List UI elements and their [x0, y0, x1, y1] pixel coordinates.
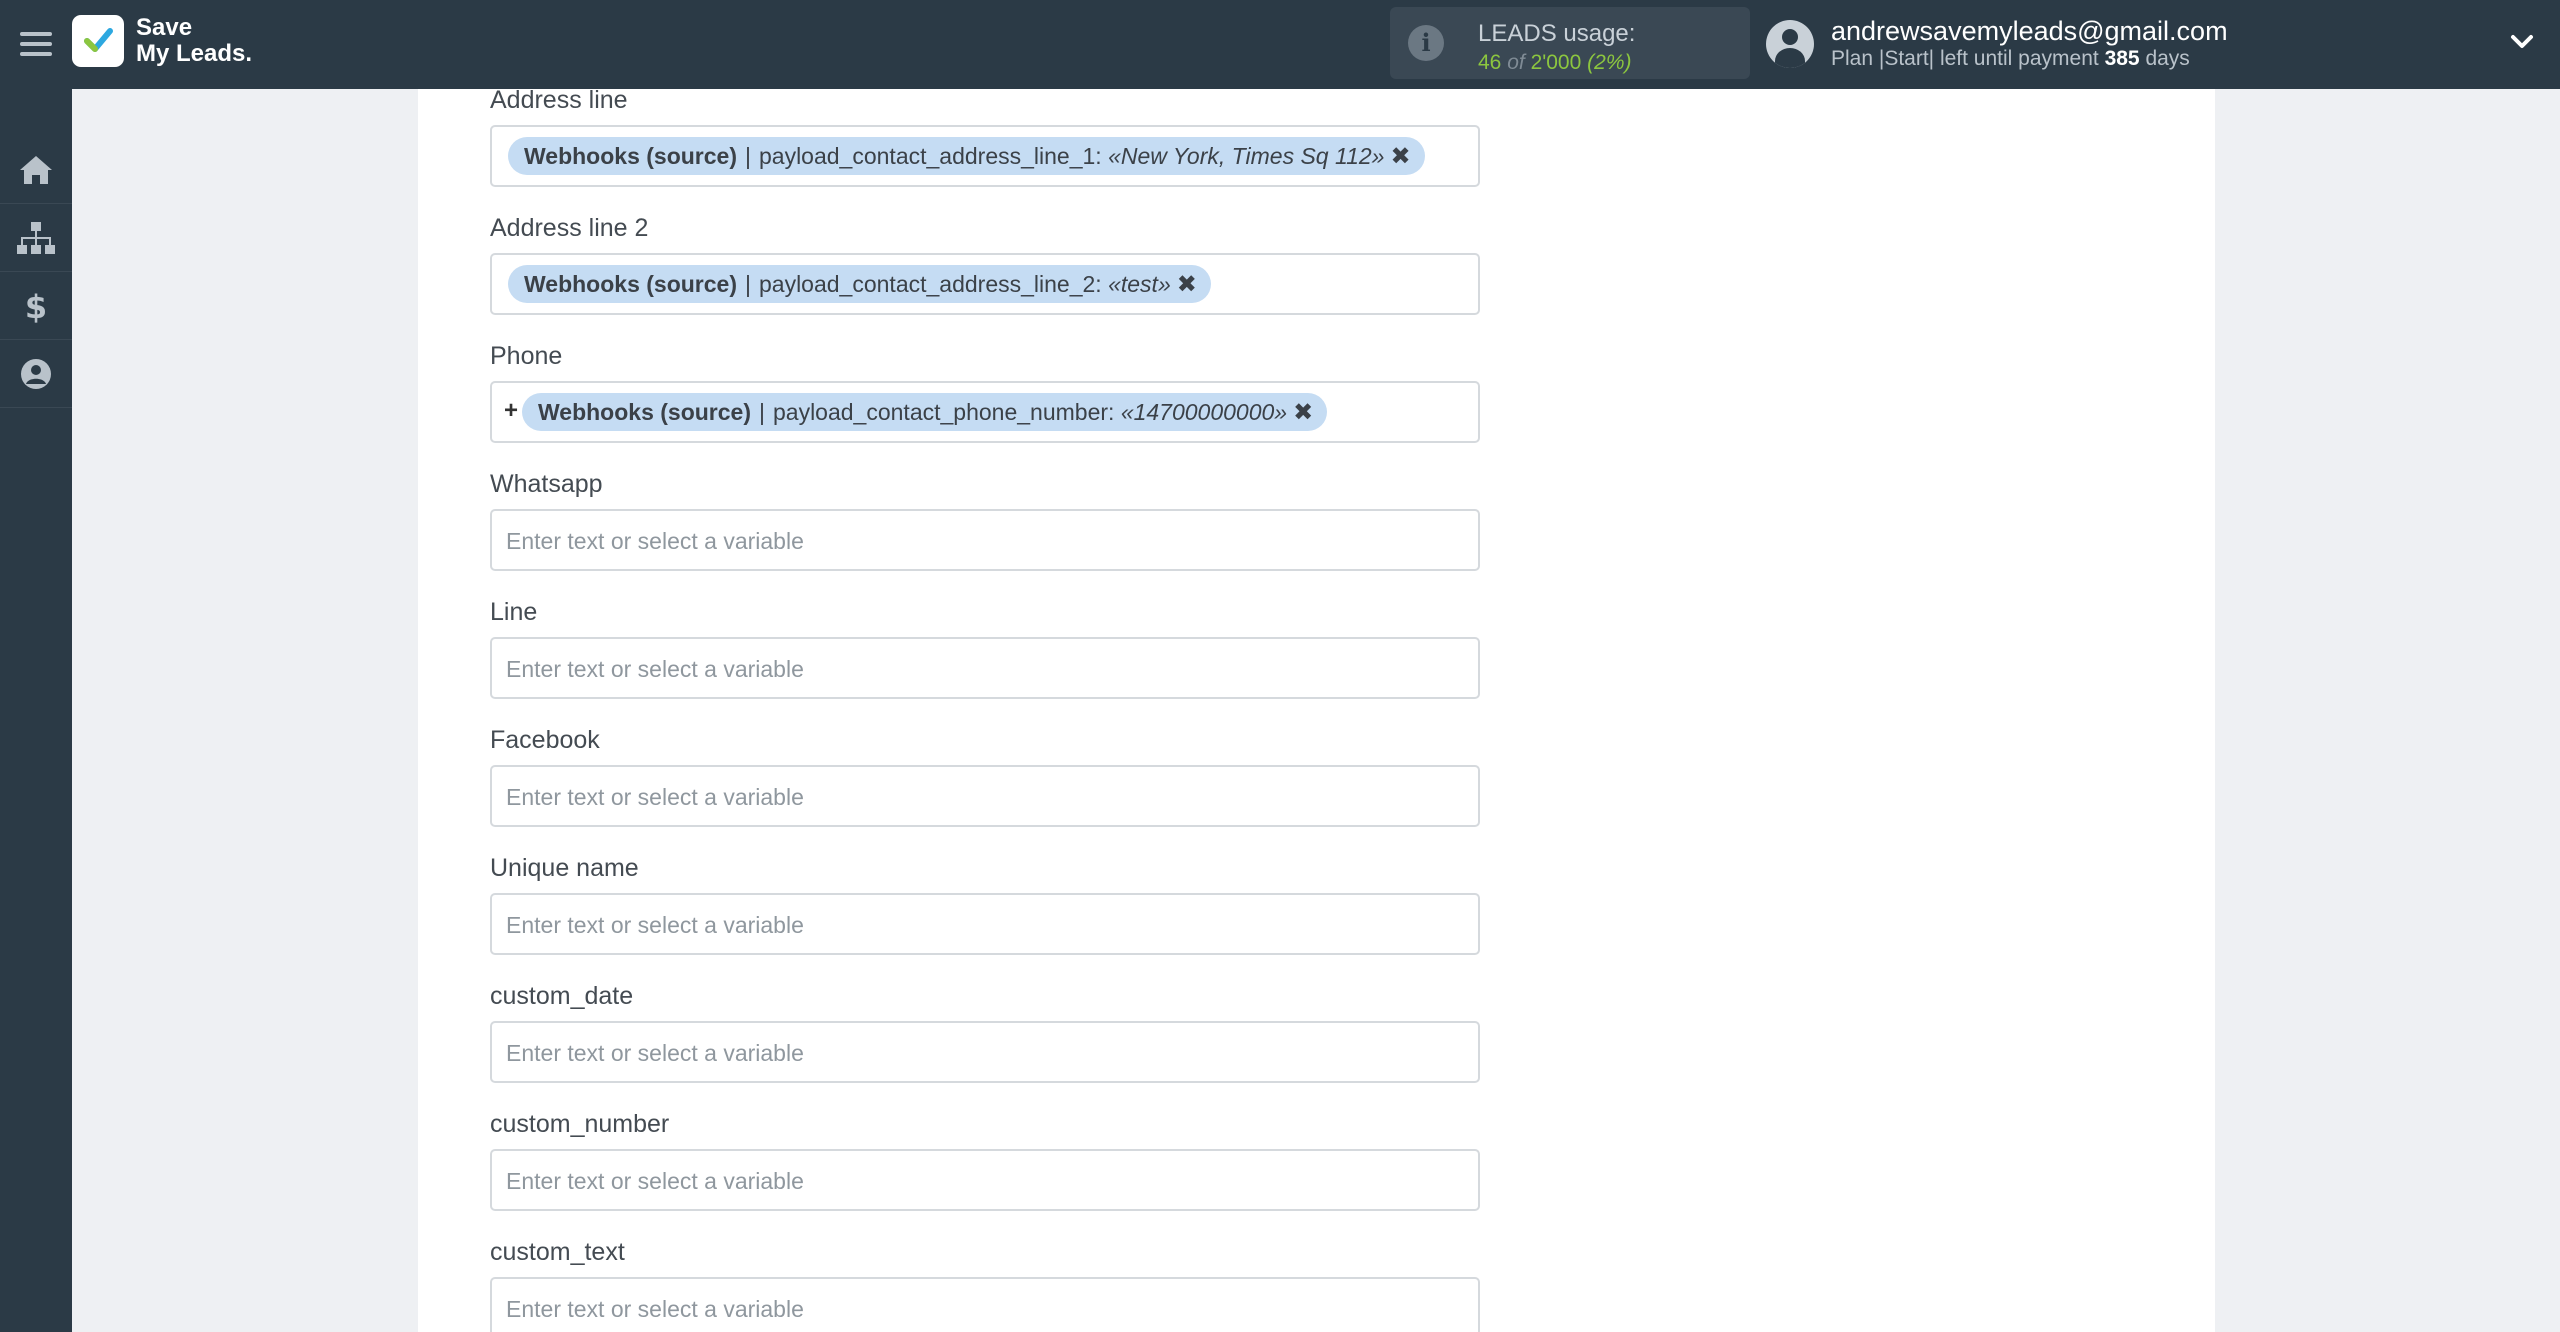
- chevron-down-icon[interactable]: [2510, 30, 2534, 54]
- remove-tag-icon[interactable]: ✖: [1177, 270, 1197, 299]
- logo-line-1: Save: [136, 14, 193, 41]
- plan-days-suffix: days: [2145, 47, 2190, 70]
- usage-used: 46: [1478, 51, 1502, 74]
- tag-source: Webhooks (source): [538, 398, 751, 425]
- phone-label: Phone: [490, 342, 563, 370]
- user-circle-icon: [21, 358, 51, 389]
- home-icon: [20, 155, 52, 184]
- custom-number-label: custom_number: [490, 1110, 670, 1138]
- line-label: Line: [490, 598, 538, 626]
- leads-usage-panel: i LEADS usage: 46 of 2'000 (2%): [1390, 7, 1750, 79]
- remove-tag-icon[interactable]: ✖: [1293, 398, 1313, 427]
- svg-text:$: $: [25, 289, 47, 323]
- whatsapp-label: Whatsapp: [490, 470, 603, 498]
- address-line-2-field[interactable]: Webhooks (source) | payload_contact_addr…: [490, 253, 1480, 315]
- usage-title: LEADS usage:: [1478, 20, 1636, 47]
- address-line-field[interactable]: Webhooks (source) | payload_contact_addr…: [490, 125, 1480, 187]
- logo-check-icon: [72, 15, 124, 67]
- whatsapp-field[interactable]: Enter text or select a variable: [490, 509, 1480, 571]
- custom-date-placeholder: Enter text or select a variable: [506, 1040, 804, 1066]
- tag-value: «14700000000»: [1120, 398, 1288, 425]
- sitemap-icon: [17, 221, 55, 254]
- tag-key: payload_contact_address_line_2:: [758, 270, 1102, 297]
- phone-prefix: +: [504, 397, 519, 424]
- facebook-field[interactable]: Enter text or select a variable: [490, 765, 1480, 827]
- custom-text-placeholder: Enter text or select a variable: [506, 1296, 804, 1322]
- usage-total: 2'000: [1530, 51, 1582, 74]
- facebook-label: Facebook: [490, 726, 600, 754]
- logo[interactable]: Save My Leads.: [72, 15, 252, 67]
- user-plan: Plan |Start| left until payment 385 days: [1831, 47, 2190, 71]
- unique-name-field[interactable]: Enter text or select a variable: [490, 893, 1480, 955]
- variable-tag[interactable]: Webhooks (source) | payload_contact_addr…: [508, 265, 1211, 303]
- menu-icon[interactable]: [20, 28, 52, 60]
- sidebar-item-billing[interactable]: $: [0, 272, 72, 340]
- tag-value: «New York, Times Sq 112»: [1108, 142, 1385, 169]
- custom-text-field[interactable]: Enter text or select a variable: [490, 1277, 1480, 1332]
- custom-number-placeholder: Enter text or select a variable: [506, 1168, 804, 1194]
- sidebar: $: [0, 89, 72, 1332]
- logo-text: Save My Leads.: [136, 15, 252, 67]
- top-bar: Save My Leads. i LEADS usage: 46 of 2'00…: [0, 0, 2560, 89]
- line-field[interactable]: Enter text or select a variable: [490, 637, 1480, 699]
- tag-value: «test»: [1108, 270, 1171, 297]
- plan-text: Plan |Start| left until payment: [1831, 47, 2099, 70]
- phone-field[interactable]: + Webhooks (source) | payload_contact_ph…: [490, 381, 1480, 443]
- remove-tag-icon[interactable]: ✖: [1390, 142, 1410, 171]
- tag-source: Webhooks (source): [524, 142, 737, 169]
- custom-date-field[interactable]: Enter text or select a variable: [490, 1021, 1480, 1083]
- usage-percent: (2%): [1587, 51, 1632, 74]
- tag-source: Webhooks (source): [524, 270, 737, 297]
- address-line-2-label: Address line 2: [490, 214, 649, 242]
- whatsapp-placeholder: Enter text or select a variable: [506, 528, 804, 554]
- tag-separator: |: [745, 270, 751, 297]
- logo-line-2: My Leads.: [136, 40, 253, 67]
- user-email[interactable]: andrewsavemyleads@gmail.com: [1831, 16, 2228, 47]
- avatar[interactable]: [1766, 20, 1814, 68]
- usage-stats: 46 of 2'000 (2%): [1478, 51, 1631, 75]
- plan-days: 385: [2104, 47, 2140, 70]
- sidebar-item-home[interactable]: [0, 136, 72, 204]
- line-placeholder: Enter text or select a variable: [506, 656, 804, 682]
- variable-tag[interactable]: Webhooks (source) | payload_contact_addr…: [508, 137, 1425, 175]
- dollar-icon: $: [25, 289, 47, 323]
- tag-separator: |: [745, 142, 751, 169]
- unique-name-placeholder: Enter text or select a variable: [506, 912, 804, 938]
- tag-separator: |: [759, 398, 765, 425]
- info-icon: i: [1408, 25, 1444, 61]
- sidebar-item-connections[interactable]: [0, 204, 72, 272]
- usage-of: of: [1507, 51, 1525, 74]
- sidebar-item-account[interactable]: [0, 340, 72, 408]
- unique-name-label: Unique name: [490, 854, 639, 882]
- custom-text-label: custom_text: [490, 1238, 625, 1266]
- tag-key: payload_contact_phone_number:: [772, 398, 1115, 425]
- address-line-label: Address line: [490, 86, 628, 114]
- facebook-placeholder: Enter text or select a variable: [506, 784, 804, 810]
- variable-tag[interactable]: Webhooks (source) | payload_contact_phon…: [522, 393, 1328, 431]
- tag-key: payload_contact_address_line_1:: [758, 142, 1102, 169]
- custom-number-field[interactable]: Enter text or select a variable: [490, 1149, 1480, 1211]
- custom-date-label: custom_date: [490, 982, 634, 1010]
